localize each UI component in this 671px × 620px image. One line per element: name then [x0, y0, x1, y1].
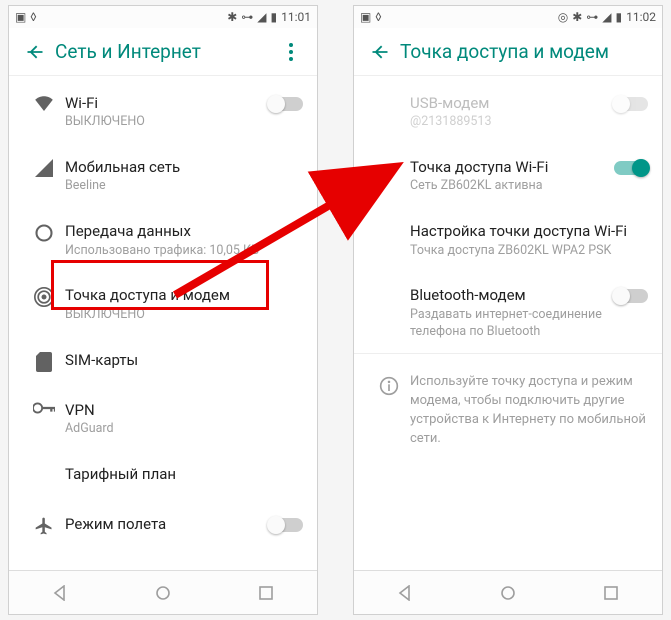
- row-vpn[interactable]: VPN AdGuard: [9, 387, 317, 451]
- clock-text: 11:02: [626, 10, 656, 24]
- nav-recent[interactable]: [236, 578, 296, 608]
- bt-toggle[interactable]: [614, 289, 648, 303]
- row-hotspot-setup[interactable]: Настройка точки доступа Wi-Fi Точка дост…: [354, 208, 662, 272]
- nav-bar: [9, 570, 317, 614]
- info-row: Используйте точку доступа и режим модема…: [354, 353, 662, 461]
- wifi-hotspot-toggle[interactable]: [614, 161, 648, 175]
- row-sub: @2131889513: [410, 114, 606, 131]
- row-title: Передача данных: [65, 221, 303, 241]
- wifi-icon: [23, 93, 65, 111]
- page-title: Точка доступа и модем: [400, 40, 656, 63]
- battery-icon: ▮: [271, 10, 278, 24]
- picture-icon: ▣: [15, 10, 26, 24]
- status-bar: ▣ ◊ ✱ ⊶ ◢ ▮ 11:01: [9, 6, 317, 28]
- row-data-usage[interactable]: Передача данных Использовано трафика: 10…: [9, 208, 317, 272]
- back-button[interactable]: [360, 32, 400, 72]
- nav-back[interactable]: [375, 578, 435, 608]
- row-sub: ВЫКЛЮЧЕНО: [65, 307, 303, 324]
- row-mobile-network[interactable]: Мобильная сеть Beeline: [9, 144, 317, 208]
- status-left-icons: ▣ ◊: [15, 10, 36, 24]
- row-sub: Beeline: [65, 178, 303, 195]
- back-button[interactable]: [15, 32, 55, 72]
- hotspot-icon: [23, 285, 65, 307]
- status-right-icons: ◎ ✱ ⊶ ◢ ▮ 11:02: [558, 10, 656, 24]
- signal-icon: ◢: [602, 10, 611, 24]
- nav-back[interactable]: [30, 578, 90, 608]
- shield-icon: ◊: [375, 10, 381, 24]
- row-sub: AdGuard: [65, 421, 303, 438]
- status-left-icons: ▣ ◊: [360, 10, 381, 24]
- key-icon: ⊶: [586, 10, 598, 24]
- row-bt-modem[interactable]: Bluetooth-модем Раздавать интернет-соеди…: [354, 272, 662, 353]
- row-title: Настройка точки доступа Wi-Fi: [410, 221, 648, 241]
- nav-recent[interactable]: [581, 578, 641, 608]
- clock-text: 11:01: [281, 10, 311, 24]
- row-sub: Раздавать интернет-соединение телефона п…: [410, 307, 606, 341]
- airplane-toggle[interactable]: [269, 518, 303, 532]
- row-wifi-hotspot[interactable]: Точка доступа Wi-Fi Сеть ZB602KL активна: [354, 144, 662, 208]
- hotspot-status-icon: ◎: [558, 10, 568, 24]
- app-bar: Сеть и Интернет: [9, 28, 317, 76]
- row-title: Bluetooth-модем: [410, 285, 606, 305]
- status-bar: ▣ ◊ ◎ ✱ ⊶ ◢ ▮ 11:02: [354, 6, 662, 28]
- row-title: Wi-Fi: [65, 93, 261, 113]
- nav-home[interactable]: [133, 578, 193, 608]
- app-bar: Точка доступа и модем: [354, 28, 662, 76]
- row-wifi[interactable]: Wi-Fi ВЫКЛЮЧЕНО: [9, 80, 317, 144]
- nav-bar: [354, 570, 662, 614]
- info-icon: [368, 372, 410, 396]
- row-plan[interactable]: Тарифный план: [9, 451, 317, 501]
- battery-icon: ▮: [616, 10, 623, 24]
- row-title: SIM-карты: [65, 350, 303, 370]
- settings-list: Wi-Fi ВЫКЛЮЧЕНО Мобильная сеть Beeline П…: [9, 76, 317, 551]
- shield-icon: ◊: [30, 10, 36, 24]
- sim-icon: [23, 350, 65, 372]
- info-text: Используйте точку доступа и режим модема…: [410, 373, 648, 448]
- signal-icon: ◢: [257, 10, 266, 24]
- row-sim[interactable]: SIM-карты: [9, 337, 317, 387]
- row-title: Режим полета: [65, 514, 261, 534]
- row-airplane[interactable]: Режим полета: [9, 501, 317, 551]
- plan-icon: [23, 464, 65, 466]
- row-usb-modem: USB-модем @2131889513: [354, 80, 662, 144]
- status-right-icons: ✱ ⊶ ◢ ▮ 11:01: [227, 10, 311, 24]
- usb-toggle: [614, 97, 648, 111]
- bluetooth-icon: ✱: [572, 10, 582, 24]
- picture-icon: ▣: [360, 10, 371, 24]
- row-hotspot[interactable]: Точка доступа и модем ВЫКЛЮЧЕНО: [9, 272, 317, 336]
- row-title: VPN: [65, 400, 303, 420]
- row-title: Точка доступа и модем: [65, 285, 303, 305]
- hotspot-list: USB-модем @2131889513 Точка доступа Wi-F…: [354, 76, 662, 462]
- phone-right: ▣ ◊ ◎ ✱ ⊶ ◢ ▮ 11:02 Точка доступа и моде…: [353, 5, 663, 615]
- mobile-signal-icon: [23, 157, 65, 177]
- data-usage-icon: [23, 221, 65, 243]
- wifi-toggle[interactable]: [269, 97, 303, 111]
- vpn-key-icon: [23, 400, 65, 414]
- airplane-icon: [23, 514, 65, 536]
- row-sub: ВЫКЛЮЧЕНО: [65, 114, 261, 131]
- page-title: Сеть и Интернет: [55, 40, 271, 63]
- row-sub: Точка доступа ZB602KL WPA2 PSK: [410, 243, 648, 260]
- row-title: Точка доступа Wi-Fi: [410, 157, 606, 177]
- more-button[interactable]: [271, 32, 311, 72]
- row-sub: Использовано трафика: 10,05 КБ: [65, 243, 303, 260]
- bluetooth-icon: ✱: [227, 10, 237, 24]
- row-sub: Сеть ZB602KL активна: [410, 178, 606, 195]
- row-title: Тарифный план: [65, 464, 303, 484]
- nav-home[interactable]: [478, 578, 538, 608]
- phone-left: ▣ ◊ ✱ ⊶ ◢ ▮ 11:01 Сеть и Интернет Wi-Fi …: [8, 5, 318, 615]
- key-icon: ⊶: [241, 10, 253, 24]
- row-title: Мобильная сеть: [65, 157, 303, 177]
- row-title: USB-модем: [410, 93, 606, 113]
